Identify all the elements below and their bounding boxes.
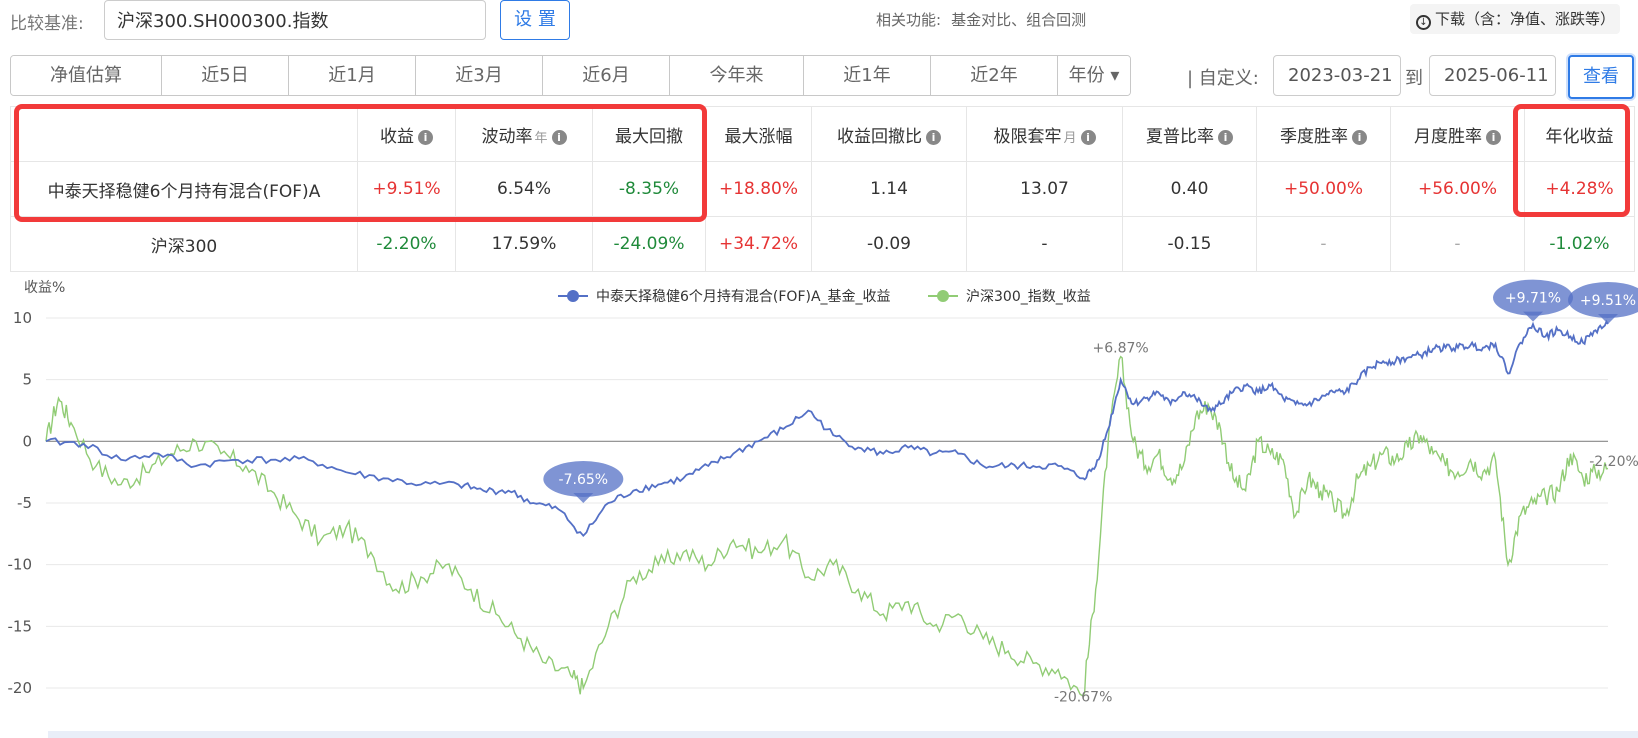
end-date-input[interactable]: 2025-06-11 [1429,55,1556,96]
header-annualized: 年化收益 [1524,106,1635,162]
header-max-rise: 最大涨幅 [705,106,812,162]
year-dropdown[interactable]: 年份 ▾ [1058,56,1130,95]
cell: 0.40 [1122,161,1257,217]
download-label: 下载（含：净值、涨跌等） [1435,10,1616,28]
set-button[interactable]: 设 置 [500,0,570,40]
view-button[interactable]: 查看 [1568,55,1634,99]
fund-last-marker-tail [1598,314,1618,325]
series-line-index [45,355,1609,698]
benchmark-input[interactable] [104,0,486,40]
return-line-chart: 10 5 0 -5 -10 -15 -20 收益% 中泰天择稳健6个月持有混合(FOF)A_基金… [8,279,1638,706]
y-tick-label: 10 [13,309,32,327]
legend-marker [937,290,949,302]
y-tick-label: 0 [22,432,32,450]
info-icon[interactable]: i [1486,129,1501,145]
info-icon[interactable]: i [418,129,433,145]
cell: -2.20% [357,216,456,272]
tab-2-years[interactable]: 近2年 [931,56,1058,95]
header-return-drawdown: 收益回撤比 i [811,106,967,162]
custom-range-label: | 自定义: [1187,68,1259,89]
y-tick-label: 5 [22,371,32,389]
header-stuck: 极限套牢月 i [966,106,1123,162]
legend-label: 沪深300_指数_收益 [966,289,1091,305]
cell: -0.15 [1122,216,1257,272]
cell: +50.00% [1256,161,1391,217]
cell: 17.59% [455,216,593,272]
related-functions: 相关功能: 基金对比、组合回测 [876,9,1086,30]
cell: -8.35% [592,161,706,217]
cell: 1.14 [811,161,967,217]
cell: 13.07 [966,161,1123,217]
period-tabs: 净值估算 近5日 近1月 近3月 近6月 今年来 近1年 近2年 年份 ▾ [10,55,1131,96]
cell: 6.54% [455,161,593,217]
y-tick-label: -10 [8,556,33,574]
row-name[interactable]: 中泰天择稳健6个月持有混合(FOF)A [10,161,358,217]
y-tick-label: -15 [8,617,33,635]
y-axis-label: 收益% [24,280,65,296]
cell: - [1256,216,1391,272]
tab-5-days[interactable]: 近5日 [162,56,289,95]
link-portfolio-backtest[interactable]: 组合回测 [1026,11,1086,29]
info-icon[interactable]: i [1352,129,1367,145]
table-row: 中泰天择稳健6个月持有混合(FOF)A +9.51% 6.54% -8.35% … [10,161,1635,217]
header-volatility: 波动率年 i [455,106,593,162]
cell: +56.00% [1390,161,1525,217]
tab-6-months[interactable]: 近6月 [543,56,670,95]
cell: - [966,216,1123,272]
y-tick-label: -5 [17,494,32,512]
header-return: 收益 i [357,106,456,162]
index-max-label: +6.87% [1093,341,1149,357]
to-label: 到 [1405,68,1423,89]
tab-3-months[interactable]: 近3月 [416,56,543,95]
header-name [10,106,358,162]
info-icon[interactable]: i [1080,129,1096,145]
fund-last-marker-label: +9.51% [1580,293,1636,309]
benchmark-label: 比较基准: [10,14,84,34]
info-icon[interactable]: i [551,129,567,145]
related-label: 相关功能: [876,11,942,29]
index-last-label: -2.20% [1589,454,1638,470]
header-sharpe: 夏普比率 i [1122,106,1257,162]
info-icon[interactable]: i [926,129,941,145]
legend-label: 中泰天择稳健6个月持有混合(FOF)A_基金_收益 [596,288,891,305]
stats-table: 收益 i 波动率年 i 最大回撤 最大涨幅 收益回撤比 i 极限套牢月 i 夏普比率 i … [10,106,1635,272]
tab-nav-estimate[interactable]: 净值估算 [11,56,162,95]
cell: +34.72% [705,216,812,272]
chart-zoom-slider[interactable] [48,731,1638,738]
start-date-input[interactable]: 2023-03-21 [1273,55,1401,96]
download-icon: ↓ [1416,15,1431,30]
cell: +9.51% [357,161,456,217]
header-month-win: 月度胜率 i [1390,106,1525,162]
table-header-row: 收益 i 波动率年 i 最大回撤 最大涨幅 收益回撤比 i 极限套牢月 i 夏普比率 i … [10,106,1635,162]
tab-1-month[interactable]: 近1月 [289,56,416,95]
tab-1-year[interactable]: 近1年 [804,56,931,95]
index-min-label: -20.67% [1054,690,1112,706]
download-button[interactable]: ↓ 下载（含：净值、涨跌等） [1410,4,1620,34]
header-quarter-win: 季度胜率 i [1256,106,1391,162]
cell: -1.02% [1524,216,1635,272]
legend-marker [567,290,579,302]
fund-max-marker-label: +9.71% [1505,291,1561,307]
cell: +18.80% [705,161,812,217]
cell: - [1390,216,1525,272]
tab-ytd[interactable]: 今年来 [670,56,804,95]
row-name[interactable]: 沪深300 [10,216,358,272]
series-line-fund [45,319,1609,538]
cell: +4.28% [1524,161,1635,217]
header-max-drawdown: 最大回撤 [592,106,706,162]
fund-max-marker-tail [1523,311,1544,322]
link-fund-compare[interactable]: 基金对比、 [951,11,1026,29]
cell: -24.09% [592,216,706,272]
top-bar: 比较基准: 设 置 相关功能: 基金对比、组合回测 ↓ 下载（含：净值、涨跌等） [0,0,1638,44]
table-row: 沪深300 -2.20% 17.59% -24.09% +34.72% -0.0… [10,216,1635,272]
fund-min-marker-label: -7.65% [559,472,609,488]
cell: -0.09 [811,216,967,272]
y-tick-label: -20 [8,679,33,697]
fund-min-marker-tail [573,493,594,503]
info-icon[interactable]: i [1218,129,1233,145]
